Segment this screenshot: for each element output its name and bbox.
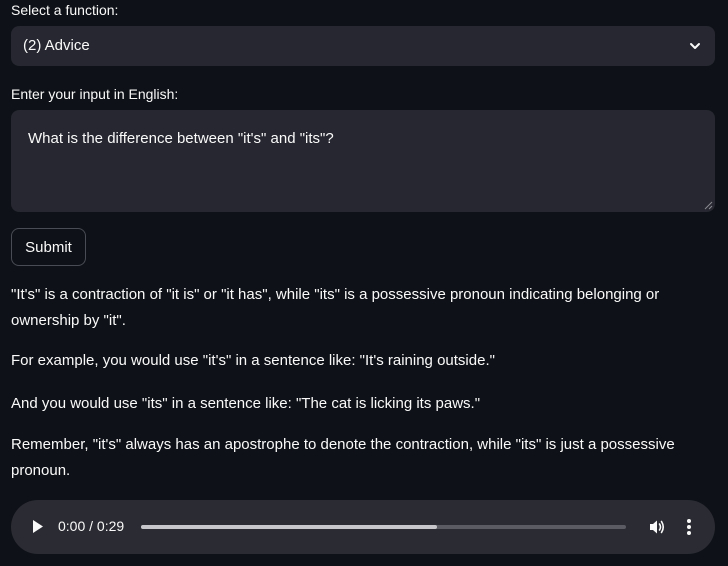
input-label: Enter your input in English:	[11, 86, 179, 102]
function-select-value: (2) Advice	[23, 37, 90, 54]
audio-player: 0:00 / 0:29	[11, 500, 715, 554]
play-icon[interactable]	[33, 520, 43, 533]
input-text: What is the difference between "it's" an…	[28, 130, 334, 147]
input-textarea[interactable]: What is the difference between "it's" an…	[11, 110, 715, 212]
chevron-down-icon	[690, 43, 700, 49]
audio-time: 0:00 / 0:29	[58, 518, 125, 534]
audio-progress-fill	[141, 525, 437, 529]
response-paragraph: For example, you would use "it's" in a s…	[11, 352, 495, 369]
submit-button[interactable]: Submit	[11, 228, 86, 266]
function-select[interactable]: (2) Advice	[11, 26, 715, 66]
response-paragraph: Remember, "it's" always has an apostroph…	[11, 436, 675, 479]
audio-progress-bar[interactable]	[141, 525, 626, 529]
response-paragraph: And you would use "its" in a sentence li…	[11, 395, 481, 412]
resize-handle-icon[interactable]	[704, 201, 713, 210]
volume-icon[interactable]	[648, 518, 666, 536]
more-options-icon[interactable]	[686, 518, 692, 536]
select-function-label: Select a function:	[11, 2, 119, 18]
response-paragraph: "It's" is a contraction of "it is" or "i…	[11, 286, 660, 329]
